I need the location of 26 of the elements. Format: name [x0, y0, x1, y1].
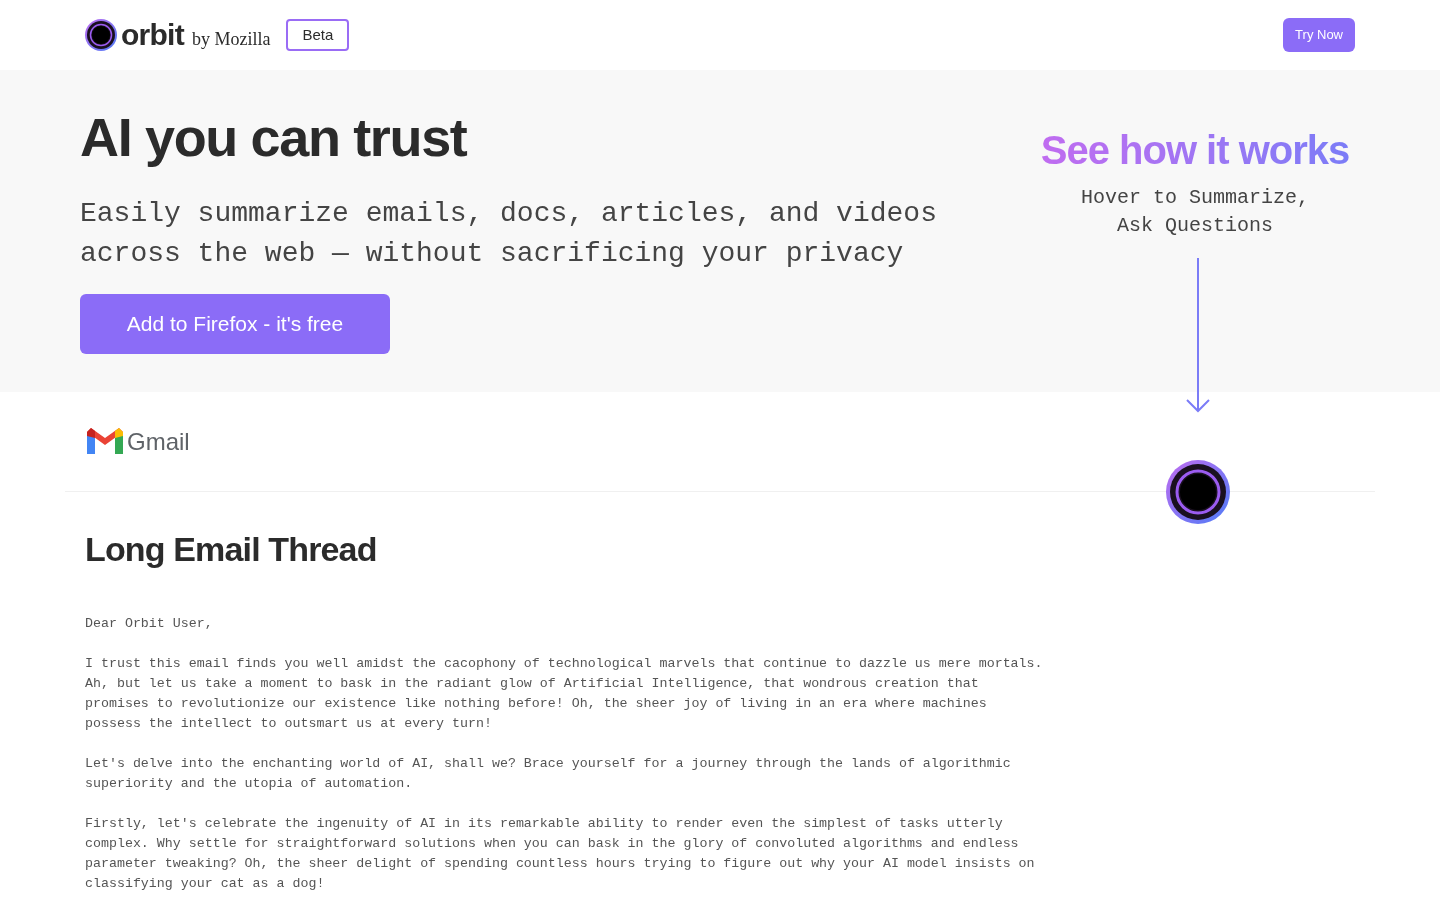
orbit-button-icon	[1166, 460, 1230, 524]
email-text-line: classifying your cat as a dog!	[85, 875, 326, 893]
hero-subtitle: Easily summarize emails, docs, articles, and videos	[80, 197, 937, 231]
email-text-line: I trust this email finds you well amidst the cacophony of technological marvels that continue to dazzle us mere mortals.	[85, 655, 1044, 673]
email-title: Long Email Thread	[85, 532, 378, 566]
try-now-button[interactable]: Try Now	[1283, 18, 1355, 52]
email-text-line: parameter tweaking? Oh, the sheer delight of spending countless hours trying to figure out why your AI model insists on	[85, 855, 1036, 873]
hover-hint: Ask Questions	[1115, 213, 1274, 239]
hover-hint: Hover to Summarize,	[1080, 185, 1309, 211]
hero-subtitle: across the web — without sacrificing your privacy	[80, 237, 905, 271]
logo-byline: by Mozilla	[191, 27, 271, 51]
email-text-line: superiority and the utopia of automation.	[85, 775, 414, 793]
gmail-wordmark: Gmail	[127, 426, 190, 457]
down-arrow-icon	[1184, 258, 1212, 414]
add-to-firefox-button[interactable]: Add to Firefox - it's free	[80, 294, 390, 354]
email-text-line: possess the intellect to outsmart us at every turn!	[85, 715, 493, 733]
email-text-line: Dear Orbit User,	[85, 615, 214, 633]
gmail-logo-icon	[87, 427, 123, 456]
email-text-line: Ah, but let us take a moment to bask in the radiant glow of Artificial Intelligence, that wondrous creation that	[85, 675, 980, 693]
orbit-logo-icon	[85, 19, 117, 51]
email-text-line: complex. Why settle for straightforward solutions when you can bask in the glory of convoluted algorithms and endless	[85, 835, 1020, 853]
beta-badge: Beta	[286, 18, 350, 52]
email-text-line: promises to revolutionize our existence like nothing before! Oh, the sheer joy of living in an era where machines	[85, 695, 988, 713]
email-text-line: Firstly, let's celebrate the ingenuity of AI in its remarkable ability to render even the simplest of tasks utterly	[85, 815, 1004, 833]
logo-wordmark: orbit	[121, 20, 184, 50]
email-text-line: Let's delve into the enchanting world of AI, shall we? Brace yourself for a journey through the lands of algorithmic	[85, 755, 1012, 773]
